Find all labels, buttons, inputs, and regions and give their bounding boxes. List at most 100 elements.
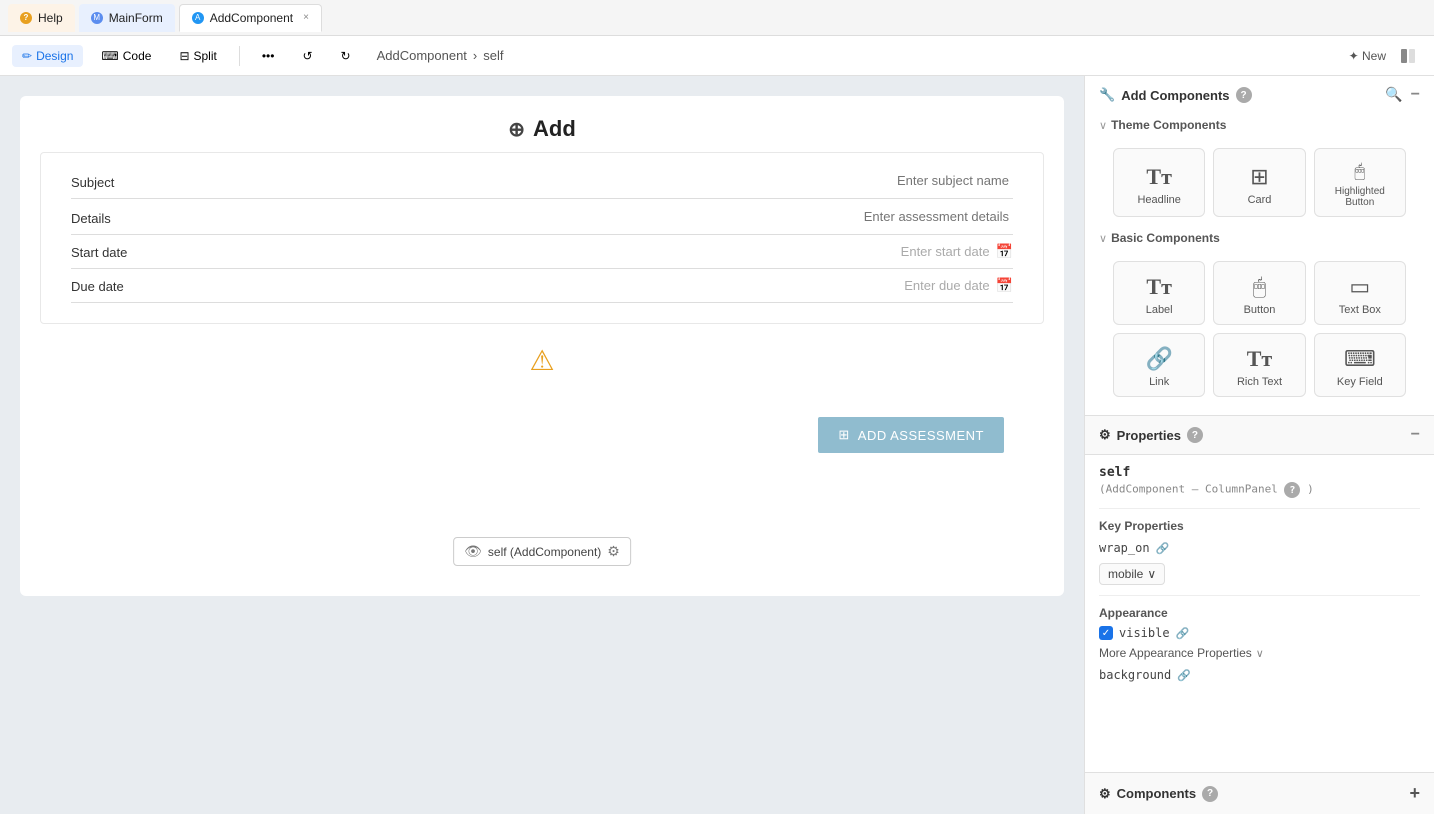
link-icon: 🔗 — [1145, 346, 1172, 372]
breadcrumb-separator: › — [473, 48, 477, 63]
basic-collapse-icon[interactable]: ∨ — [1099, 232, 1107, 245]
add-components-help-icon[interactable]: ? — [1236, 87, 1252, 103]
startdate-label: Start date — [71, 245, 191, 260]
form-row-duedate: Due date Enter due date 📅 — [71, 269, 1013, 303]
component-rich-text[interactable]: Tт Rich Text — [1213, 333, 1305, 397]
props-divider-2 — [1099, 595, 1420, 596]
dropdown-chevron-icon: ∨ — [1147, 567, 1156, 581]
main-layout: ⊕ Add Subject Details Start date — [0, 76, 1434, 814]
search-icon[interactable]: 🔍 — [1385, 86, 1402, 104]
basic-components-grid: Tт Label 🖱 Button ▭ Text Box 🔗 Link — [1099, 251, 1420, 407]
warning-area: ⚠ — [20, 324, 1064, 397]
component-self-name: self — [1099, 465, 1420, 480]
subject-label: Subject — [71, 175, 191, 190]
form-row-subject: Subject — [71, 163, 1013, 199]
card-label: Card — [1248, 194, 1272, 206]
theme-collapse-icon[interactable]: ∨ — [1099, 119, 1107, 132]
properties-content: self (AddComponent – ColumnPanel ? ) Key… — [1085, 455, 1434, 700]
undo-button[interactable]: ↺ — [292, 45, 322, 67]
visible-row: visible 🔗 — [1099, 626, 1420, 640]
add-component-plus-button[interactable]: + — [1409, 783, 1420, 804]
undo-icon: ↺ — [302, 49, 312, 63]
canvas-title: ⊕ Add — [20, 96, 1064, 152]
addcomponent-tab-icon: A — [192, 12, 204, 24]
toolbar-right: ✦ New — [1349, 42, 1422, 70]
headline-label: Headline — [1137, 194, 1180, 206]
add-assessment-button[interactable]: ⊞ ADD ASSESSMENT — [818, 417, 1004, 453]
basic-components-label-row: ∨ Basic Components — [1099, 231, 1420, 245]
tab-help[interactable]: ? Help — [8, 4, 75, 32]
visible-checkbox[interactable] — [1099, 626, 1113, 640]
wrap-on-key: wrap_on — [1099, 541, 1150, 555]
text-box-label: Text Box — [1339, 304, 1381, 316]
self-badge-label: self (AddComponent) — [488, 545, 601, 559]
details-input[interactable] — [191, 207, 1013, 226]
component-label[interactable]: Tт Label — [1113, 261, 1205, 325]
redo-button[interactable]: ↻ — [331, 45, 361, 67]
help-tab-icon: ? — [20, 12, 32, 24]
rich-text-label: Rich Text — [1237, 376, 1282, 388]
background-key: background — [1099, 668, 1171, 682]
wrap-on-link-icon[interactable]: 🔗 — [1156, 542, 1170, 555]
collapse-add-components-button[interactable]: − — [1411, 86, 1420, 104]
form-row-details: Details — [71, 199, 1013, 235]
link-label: Link — [1149, 376, 1169, 388]
canvas-inner: ⊕ Add Subject Details Start date — [20, 96, 1064, 596]
tab-close-icon[interactable]: × — [303, 12, 309, 23]
text-box-icon: ▭ — [1349, 274, 1370, 300]
column-panel-help-icon[interactable]: ? — [1284, 482, 1300, 498]
breadcrumb-part1: AddComponent — [377, 48, 467, 63]
startdate-input-wrapper: Enter start date 📅 — [191, 243, 1013, 260]
components-footer-icon: ⚙ — [1099, 786, 1111, 802]
wrap-on-row: wrap_on 🔗 — [1099, 541, 1420, 555]
component-key-field[interactable]: ⌨ Key Field — [1314, 333, 1406, 397]
properties-section: ⚙ Properties ? − self (AddComponent – Co… — [1085, 416, 1434, 772]
more-options-button[interactable]: ••• — [252, 45, 285, 67]
properties-icon: ⚙ — [1099, 427, 1111, 443]
mainform-tab-icon: M — [91, 12, 103, 24]
visible-link-icon[interactable]: 🔗 — [1176, 627, 1190, 640]
tab-bar: ? Help M MainForm A AddComponent × — [0, 0, 1434, 36]
duedate-calendar-icon[interactable]: 📅 — [996, 277, 1013, 294]
component-link[interactable]: 🔗 Link — [1113, 333, 1205, 397]
tab-addcomponent[interactable]: A AddComponent × — [179, 4, 322, 32]
wrap-on-dropdown[interactable]: mobile ∨ — [1099, 563, 1165, 585]
add-assessment-icon: ⊞ — [838, 427, 849, 443]
toolbar-divider — [239, 46, 240, 66]
properties-help-icon[interactable]: ? — [1187, 427, 1203, 443]
add-components-header-right: 🔍 − — [1385, 86, 1420, 104]
new-button[interactable]: ✦ New — [1349, 49, 1386, 63]
button-label: Button — [1244, 304, 1276, 316]
components-footer-title: Components — [1117, 786, 1196, 801]
background-link-icon[interactable]: 🔗 — [1177, 669, 1191, 682]
warning-icon: ⚠ — [529, 345, 554, 376]
component-highlighted-button[interactable]: 🖱 Highlighted Button — [1314, 148, 1406, 217]
components-footer-help-icon[interactable]: ? — [1202, 786, 1218, 802]
layout-toggle-button[interactable] — [1394, 42, 1422, 70]
subject-input[interactable] — [191, 171, 1013, 190]
wrap-on-value-row: mobile ∨ — [1099, 563, 1420, 585]
component-button[interactable]: 🖱 Button — [1213, 261, 1305, 325]
split-icon: ⊟ — [179, 49, 189, 63]
startdate-calendar-icon[interactable]: 📅 — [996, 243, 1013, 260]
card-icon: ⊞ — [1250, 164, 1268, 190]
form-area: Subject Details Start date Enter start d… — [41, 153, 1043, 323]
highlighted-button-icon: 🖱 — [1354, 161, 1365, 182]
key-properties-label: Key Properties — [1099, 519, 1420, 533]
self-badge[interactable]: 👁 self (AddComponent) ⚙ — [453, 537, 631, 566]
rich-text-icon: Tт — [1247, 346, 1272, 372]
component-text-box[interactable]: ▭ Text Box — [1314, 261, 1406, 325]
component-headline[interactable]: Tт Headline — [1113, 148, 1205, 217]
add-components-header-left: 🔧 Add Components ? — [1099, 87, 1252, 103]
add-assessment-label: ADD ASSESSMENT — [858, 428, 984, 443]
tab-mainform-label: MainForm — [109, 11, 163, 25]
code-button[interactable]: ⌨ Code — [91, 45, 161, 67]
collapse-properties-button[interactable]: − — [1411, 426, 1420, 444]
details-label: Details — [71, 211, 191, 226]
tab-mainform[interactable]: M MainForm — [79, 4, 175, 32]
component-card[interactable]: ⊞ Card — [1213, 148, 1305, 217]
split-button[interactable]: ⊟ Split — [169, 45, 226, 67]
design-button[interactable]: ✏ Design — [12, 45, 83, 67]
more-appearance-button[interactable]: More Appearance Properties ∨ — [1099, 646, 1420, 660]
settings-icon[interactable]: ⚙ — [607, 543, 620, 560]
